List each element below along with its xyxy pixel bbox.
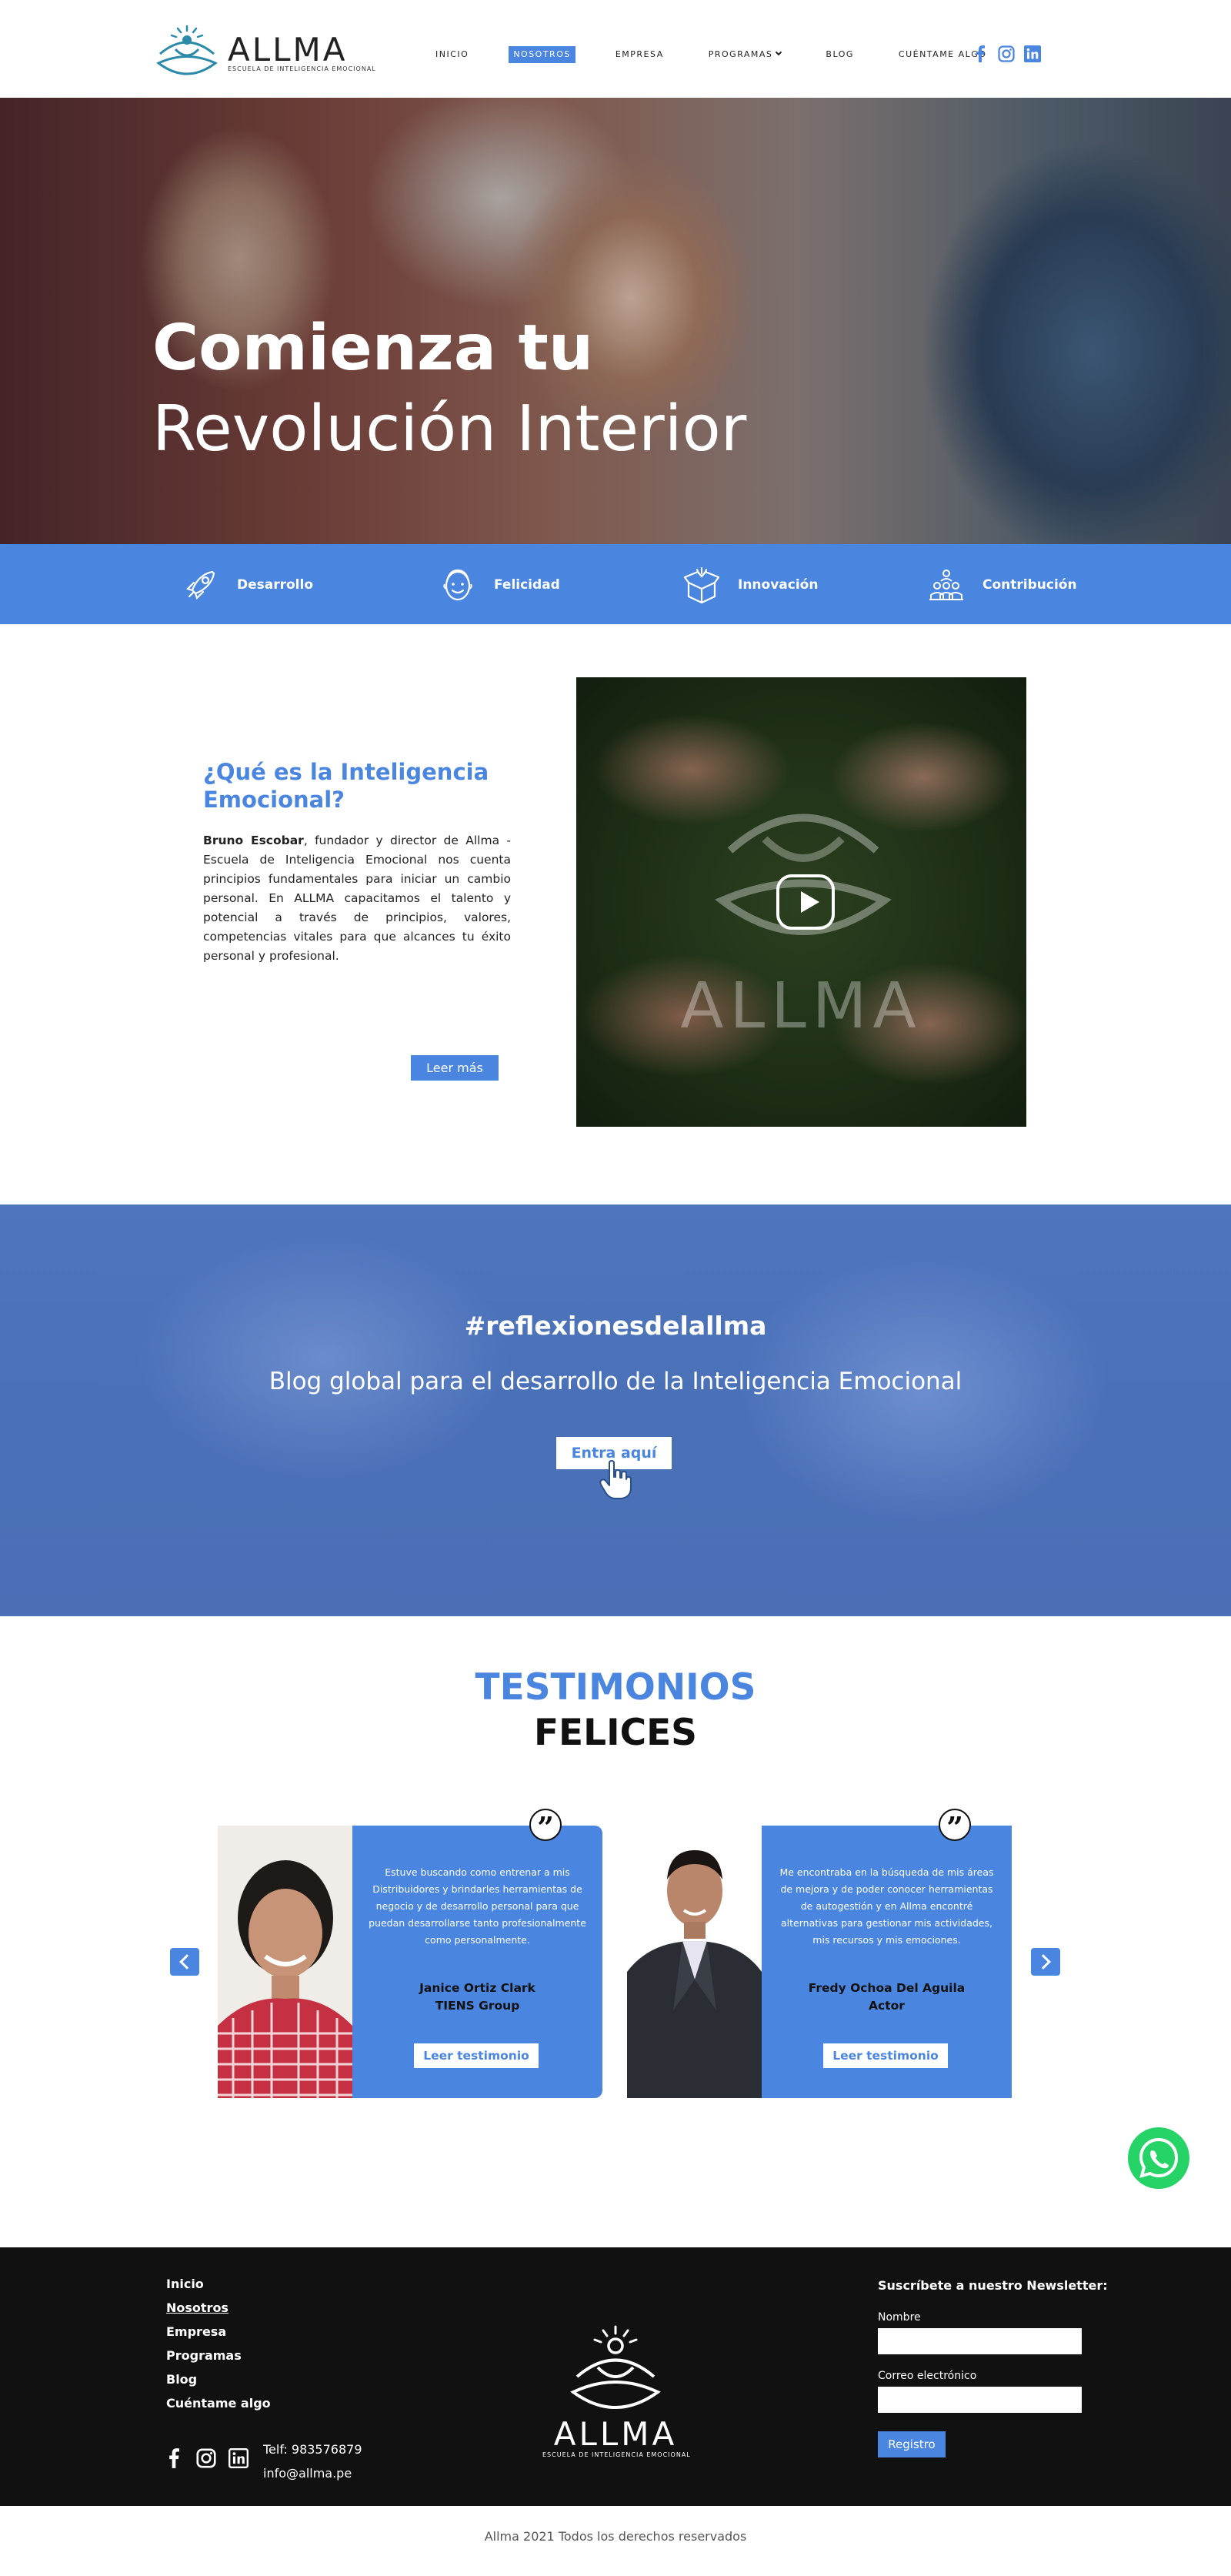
- newsletter-email-label: Correo electrónico: [878, 2370, 977, 2382]
- newsletter-name-label: Nombre: [878, 2311, 921, 2324]
- hero-title-line2: Revolución Interior: [152, 393, 747, 466]
- about-text: Bruno Escobar, fundador y director de Al…: [203, 831, 511, 966]
- about-title: ¿Qué es la Inteligencia Emocional?: [203, 759, 489, 813]
- newsletter-form: Suscríbete a nuestro Newsletter: Nombre …: [878, 2278, 1109, 2457]
- footer-phone[interactable]: Telf: 983576879: [263, 2437, 362, 2461]
- blog-banner: #reflexionesdelallma Blog global para el…: [0, 1204, 1231, 1616]
- testimonial-author: Fredy Ochoa Del Aguila Actor: [762, 1980, 1012, 2015]
- nav-item-inicio[interactable]: INICIO: [431, 46, 473, 63]
- linkedin-icon[interactable]: [1023, 45, 1042, 63]
- footer-contact: Telf: 983576879 info@allma.pe: [263, 2437, 362, 2485]
- facebook-icon[interactable]: [971, 45, 989, 63]
- testimonial-card: ” Me encontraba en la búsqueda de mis ár…: [627, 1809, 1012, 2098]
- main-nav: INICIO NOSOTROS EMPRESA PROGRAMAS BLOG C…: [431, 45, 1026, 65]
- header-social-links: [971, 45, 1042, 63]
- open-box-icon: [683, 567, 720, 604]
- pillar-contribucion[interactable]: Contribución: [927, 566, 1077, 604]
- brand-name: ALLMA: [228, 31, 348, 68]
- facebook-icon[interactable]: [163, 2447, 185, 2469]
- footer-nav-nosotros[interactable]: Nosotros: [166, 2300, 271, 2324]
- group-icon: [929, 570, 963, 600]
- testimonial-photo: [218, 1826, 352, 2098]
- about-text-body: , fundador y director de Allma - Escuela…: [203, 834, 511, 963]
- nav-item-nosotros[interactable]: NOSOTROS: [509, 46, 575, 63]
- nav-item-blog[interactable]: BLOG: [821, 46, 858, 63]
- testimonials-title: TESTIMONIOS: [475, 1666, 756, 1709]
- site-header: ALLMA ESCUELA DE INTELIGENCIA EMOCIONAL …: [0, 0, 1231, 98]
- lotus-logo-icon: [570, 2325, 661, 2409]
- quote-icon: ”: [939, 1809, 971, 1845]
- blog-hashtag: #reflexionesdelallma: [464, 1311, 767, 1341]
- brand-tagline: ESCUELA DE INTELIGENCIA EMOCIONAL: [228, 65, 376, 72]
- newsletter-register-button[interactable]: Registro: [878, 2431, 946, 2457]
- testimonial-quote: Me encontraba en la búsqueda de mis área…: [779, 1866, 994, 1946]
- pillar-label: Felicidad: [494, 577, 560, 593]
- footer-nav-empresa[interactable]: Empresa: [166, 2324, 271, 2348]
- testimonial-card: ” Estuve buscando como entrenar a mis Di…: [218, 1809, 602, 2098]
- footer-nav-blog[interactable]: Blog: [166, 2372, 271, 2396]
- smiling-face-icon: [443, 569, 472, 601]
- footer-nav-programas[interactable]: Programas: [166, 2348, 271, 2372]
- testimonial-author-name: Fredy Ochoa Del Aguila: [808, 1981, 966, 1995]
- instagram-icon[interactable]: [195, 2447, 217, 2469]
- instagram-icon[interactable]: [997, 45, 1016, 63]
- testimonial-photo: [627, 1826, 762, 2098]
- testimonial-author-company: TIENS Group: [435, 1999, 520, 2013]
- footer-social-links: [163, 2447, 249, 2469]
- pillar-desarrollo[interactable]: Desarrollo: [182, 566, 313, 604]
- site-footer: Inicio Nosotros Empresa Programas Blog C…: [0, 2247, 1231, 2506]
- testimonial-body: ” Estuve buscando como entrenar a mis Di…: [352, 1809, 602, 2098]
- hero-banner: Comienza tu Revolución Interior: [0, 98, 1231, 544]
- hero-title-line1: Comienza tu: [152, 312, 594, 385]
- linkedin-icon[interactable]: [228, 2447, 249, 2469]
- newsletter-title: Suscríbete a nuestro Newsletter:: [878, 2278, 1108, 2293]
- chevron-down-icon: [776, 48, 782, 56]
- blog-subtitle: Blog global para el desarrollo de la Int…: [269, 1368, 962, 1395]
- pillars-bar: Desarrollo Felicidad Innovación Contribu…: [0, 544, 1231, 624]
- read-testimonial-button[interactable]: Leer testimonio: [823, 2043, 948, 2068]
- hand-cursor-icon: [599, 1460, 632, 1499]
- pillar-label: Desarrollo: [237, 577, 314, 593]
- footer-email[interactable]: info@allma.pe: [263, 2461, 362, 2485]
- carousel-next-button[interactable]: [1031, 1948, 1060, 1976]
- read-testimonial-button[interactable]: Leer testimonio: [414, 2043, 539, 2068]
- whatsapp-icon: [1139, 2137, 1179, 2178]
- testimonial-quote: Estuve buscando como entrenar a mis Dist…: [369, 1866, 586, 1946]
- pillar-felicidad[interactable]: Felicidad: [439, 566, 560, 604]
- testimonial-body: ” Me encontraba en la búsqueda de mis ár…: [762, 1809, 1012, 2098]
- footer-brand-name: ALLMA: [553, 2415, 678, 2453]
- footer-brand-tagline: ESCUELA DE INTELIGENCIA EMOCIONAL: [542, 2451, 691, 2458]
- copyright-text: Allma 2021 Todos los derechos reservados: [484, 2529, 747, 2544]
- testimonials-subtitle: FELICES: [533, 1712, 698, 1754]
- about-text-author: Bruno Escobar: [203, 834, 304, 847]
- video-player[interactable]: ALLMA: [576, 677, 1026, 1127]
- testimonial-author-company: Actor: [869, 1999, 905, 2013]
- newsletter-name-input[interactable]: [878, 2328, 1082, 2354]
- testimonial-author: Janice Ortiz Clark TIENS Group: [352, 1980, 602, 2015]
- pillar-label: Innovación: [738, 577, 819, 593]
- pillar-label: Contribución: [982, 577, 1077, 593]
- carousel-prev-button[interactable]: [170, 1948, 199, 1976]
- brand-logo[interactable]: ALLMA ESCUELA DE INTELIGENCIA EMOCIONAL: [152, 23, 375, 77]
- play-button[interactable]: [776, 874, 835, 930]
- footer-nav-inicio[interactable]: Inicio: [166, 2277, 271, 2300]
- quote-icon: ”: [529, 1809, 562, 1845]
- rocket-icon: [185, 570, 215, 600]
- footer-nav-cuentame-algo[interactable]: Cuéntame algo: [166, 2396, 271, 2420]
- footer-logo[interactable]: ALLMA ESCUELA DE INTELIGENCIA EMOCIONAL: [542, 2324, 691, 2463]
- footer-nav: Inicio Nosotros Empresa Programas Blog C…: [166, 2277, 271, 2420]
- testimonial-author-name: Janice Ortiz Clark: [419, 1981, 535, 1995]
- nav-item-programas[interactable]: PROGRAMAS: [704, 46, 786, 63]
- nav-item-programas-label: PROGRAMAS: [708, 49, 773, 59]
- newsletter-email-input[interactable]: [878, 2387, 1082, 2413]
- read-more-button[interactable]: Leer más: [411, 1055, 499, 1081]
- pillar-innovacion[interactable]: Innovación: [682, 566, 818, 604]
- video-watermark-logo-icon: [715, 814, 892, 935]
- video-brand-text: ALLMA: [680, 970, 922, 1043]
- nav-item-empresa[interactable]: EMPRESA: [611, 46, 669, 63]
- lotus-logo-icon: [156, 25, 218, 75]
- whatsapp-chat-button[interactable]: [1128, 2127, 1189, 2189]
